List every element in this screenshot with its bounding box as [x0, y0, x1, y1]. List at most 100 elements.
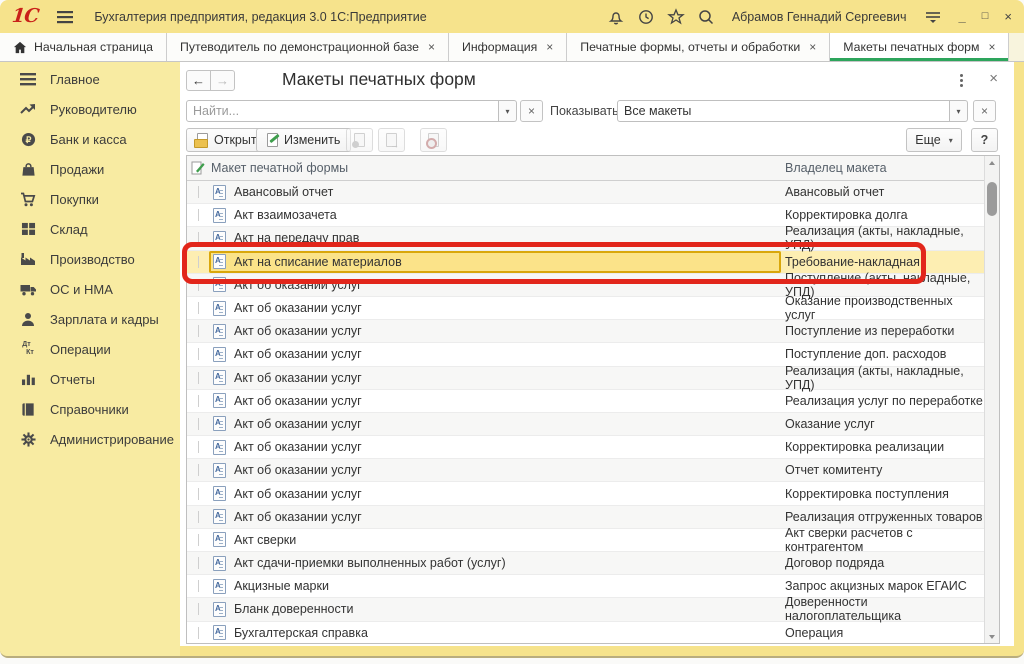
search-clear-button[interactable]: × [520, 100, 543, 122]
owner-cell[interactable]: Поступление из переработки [781, 320, 984, 342]
search-dropdown-icon[interactable]: ▾ [499, 100, 517, 122]
table-row[interactable]: Акт об оказании услугРеализация услуг по… [187, 390, 984, 413]
tab-close-icon[interactable]: × [428, 40, 435, 54]
owner-cell[interactable]: Корректировка поступления [781, 482, 984, 504]
sidebar-item-book[interactable]: Справочники [0, 394, 180, 424]
owner-cell[interactable]: Запрос акцизных марок ЕГАИС [781, 575, 984, 597]
nav-back-button[interactable]: ← [186, 70, 211, 91]
owner-cell[interactable]: Оказание услуг [781, 413, 984, 435]
table-row[interactable]: Акт об оказании услугОказание производст… [187, 297, 984, 320]
search-icon[interactable] [696, 7, 716, 27]
table-row[interactable]: Бухгалтерская справкаОперация [187, 622, 984, 643]
close-window-button[interactable]: × [1004, 10, 1012, 23]
owner-cell[interactable]: Реализация отгруженных товаров [781, 506, 984, 528]
edit-button[interactable]: Изменить [256, 128, 351, 152]
sidebar-item-factory[interactable]: Производство [0, 244, 180, 274]
table-row[interactable]: Бланк доверенностиДоверенности налогопла… [187, 598, 984, 621]
owner-cell[interactable]: Реализация (акты, накладные, УПД) [781, 367, 984, 389]
owner-cell[interactable]: Корректировка долга [781, 204, 984, 226]
owner-cell[interactable]: Оказание производственных услуг [781, 297, 984, 319]
sidebar-item-gear[interactable]: Администрирование [0, 424, 180, 454]
layout-cell[interactable]: Акт об оказании услуг [209, 297, 781, 319]
table-row[interactable]: Акт сверкиАкт сверки расчетов с контраге… [187, 529, 984, 552]
scroll-up-icon[interactable] [985, 156, 999, 169]
table-row[interactable]: Акт на передачу правРеализация (акты, на… [187, 227, 984, 250]
sidebar-item-bag[interactable]: Продажи [0, 154, 180, 184]
owner-cell[interactable]: Доверенности налогоплательщика [781, 598, 984, 620]
layout-cell[interactable]: Акцизные марки [209, 575, 781, 597]
sidebar-item-person[interactable]: Зарплата и кадры [0, 304, 180, 334]
layout-cell[interactable]: Акт об оказании услуг [209, 274, 781, 296]
layout-cell[interactable]: Акт об оказании услуг [209, 320, 781, 342]
history-icon[interactable] [636, 7, 656, 27]
layout-cell[interactable]: Бланк доверенности [209, 598, 781, 620]
nav-forward-button[interactable]: → [210, 70, 235, 91]
owner-cell[interactable]: Акт сверки расчетов с контрагентом [781, 529, 984, 551]
scrollbar-thumb[interactable] [987, 182, 997, 216]
tab-close-icon[interactable]: × [809, 40, 816, 54]
layout-cell[interactable]: Акт об оказании услуг [209, 367, 781, 389]
layout-cell[interactable]: Акт об оказании услуг [209, 459, 781, 481]
owner-cell[interactable]: Отчет комитенту [781, 459, 984, 481]
column-header-owner[interactable]: Владелец макета [781, 161, 999, 175]
layout-cell[interactable]: Акт об оказании услуг [209, 413, 781, 435]
sidebar-item-grid[interactable]: Склад [0, 214, 180, 244]
table-row[interactable]: Акт об оказании услугРеализация (акты, н… [187, 367, 984, 390]
layout-cell[interactable]: Акт об оказании услуг [209, 506, 781, 528]
owner-cell[interactable]: Поступление доп. расходов [781, 343, 984, 365]
layout-cell[interactable]: Акт сдачи-приемки выполненных работ (усл… [209, 552, 781, 574]
tab-home[interactable]: Начальная страница [0, 33, 167, 61]
layout-cell[interactable]: Бухгалтерская справка [209, 622, 781, 643]
tab-close-icon[interactable]: × [546, 40, 553, 54]
layout-cell[interactable]: Акт об оказании услуг [209, 482, 781, 504]
show-filter-value[interactable]: Все макеты [617, 100, 950, 122]
form-close-icon[interactable]: × [989, 70, 998, 87]
tab-1[interactable]: Путеводитель по демонстрационной базе× [167, 33, 449, 61]
search-input[interactable] [193, 104, 492, 118]
layout-cell[interactable]: Акт на передачу прав [209, 227, 781, 249]
notifications-bell-icon[interactable] [606, 7, 626, 27]
owner-cell[interactable]: Поступление (акты, накладные, УПД) [781, 274, 984, 296]
table-row[interactable]: Акт об оказании услугОтчет комитенту [187, 459, 984, 482]
tab-3[interactable]: Печатные формы, отчеты и обработки× [567, 33, 830, 61]
table-row[interactable]: Акт сдачи-приемки выполненных работ (усл… [187, 552, 984, 575]
owner-cell[interactable]: Корректировка реализации [781, 436, 984, 458]
sidebar-item-menu-lines[interactable]: Главное [0, 64, 180, 94]
help-button[interactable]: ? [971, 128, 998, 152]
main-menu-icon[interactable] [56, 10, 74, 24]
owner-cell[interactable]: Реализация услуг по переработке [781, 390, 984, 412]
owner-cell[interactable]: Реализация (акты, накладные, УПД) [781, 227, 984, 249]
current-user-name[interactable]: Абрамов Геннадий Сергеевич [732, 10, 907, 24]
sidebar-item-ruble-circle[interactable]: ₽Банк и касса [0, 124, 180, 154]
show-filter-clear-button[interactable]: × [973, 100, 996, 122]
layout-cell[interactable]: Авансовый отчет [209, 181, 781, 203]
layout-cell[interactable]: Акт сверки [209, 529, 781, 551]
owner-cell[interactable]: Договор подряда [781, 552, 984, 574]
sidebar-item-truck[interactable]: ОС и НМА [0, 274, 180, 304]
doc-restricted-icon-button[interactable] [420, 128, 447, 152]
column-header-layout[interactable]: Макет печатной формы [209, 161, 781, 175]
table-row[interactable]: Акт об оказании услугКорректировка посту… [187, 482, 984, 505]
layout-cell[interactable]: Акт взаимозачета [209, 204, 781, 226]
owner-cell[interactable]: Авансовый отчет [781, 181, 984, 203]
table-row[interactable]: Акт об оказании услугОказание услуг [187, 413, 984, 436]
more-menu-dots-icon[interactable] [954, 72, 968, 88]
vertical-scrollbar[interactable] [984, 156, 999, 643]
doc-person-icon-button[interactable] [346, 128, 373, 152]
sidebar-item-trend-up[interactable]: Руководителю [0, 94, 180, 124]
owner-cell[interactable]: Требование-накладная [781, 251, 984, 273]
scroll-down-icon[interactable] [985, 630, 999, 643]
maximize-button[interactable]: □ [982, 11, 989, 22]
service-menu-icon[interactable] [923, 7, 943, 27]
layout-cell[interactable]: Акт об оказании услуг [209, 390, 781, 412]
doc-arrow-icon-button[interactable] [378, 128, 405, 152]
sidebar-item-bar-chart[interactable]: Отчеты [0, 364, 180, 394]
show-filter-dropdown-icon[interactable]: ▾ [950, 100, 968, 122]
layout-cell[interactable]: Акт об оказании услуг [209, 343, 781, 365]
table-row[interactable]: Акт об оказании услугКорректировка реали… [187, 436, 984, 459]
table-row[interactable]: Авансовый отчетАвансовый отчет [187, 181, 984, 204]
tab-close-icon[interactable]: × [988, 40, 995, 54]
owner-cell[interactable]: Операция [781, 622, 984, 643]
tab-2[interactable]: Информация× [449, 33, 567, 61]
table-row[interactable]: Акт об оказании услугПоступление из пере… [187, 320, 984, 343]
